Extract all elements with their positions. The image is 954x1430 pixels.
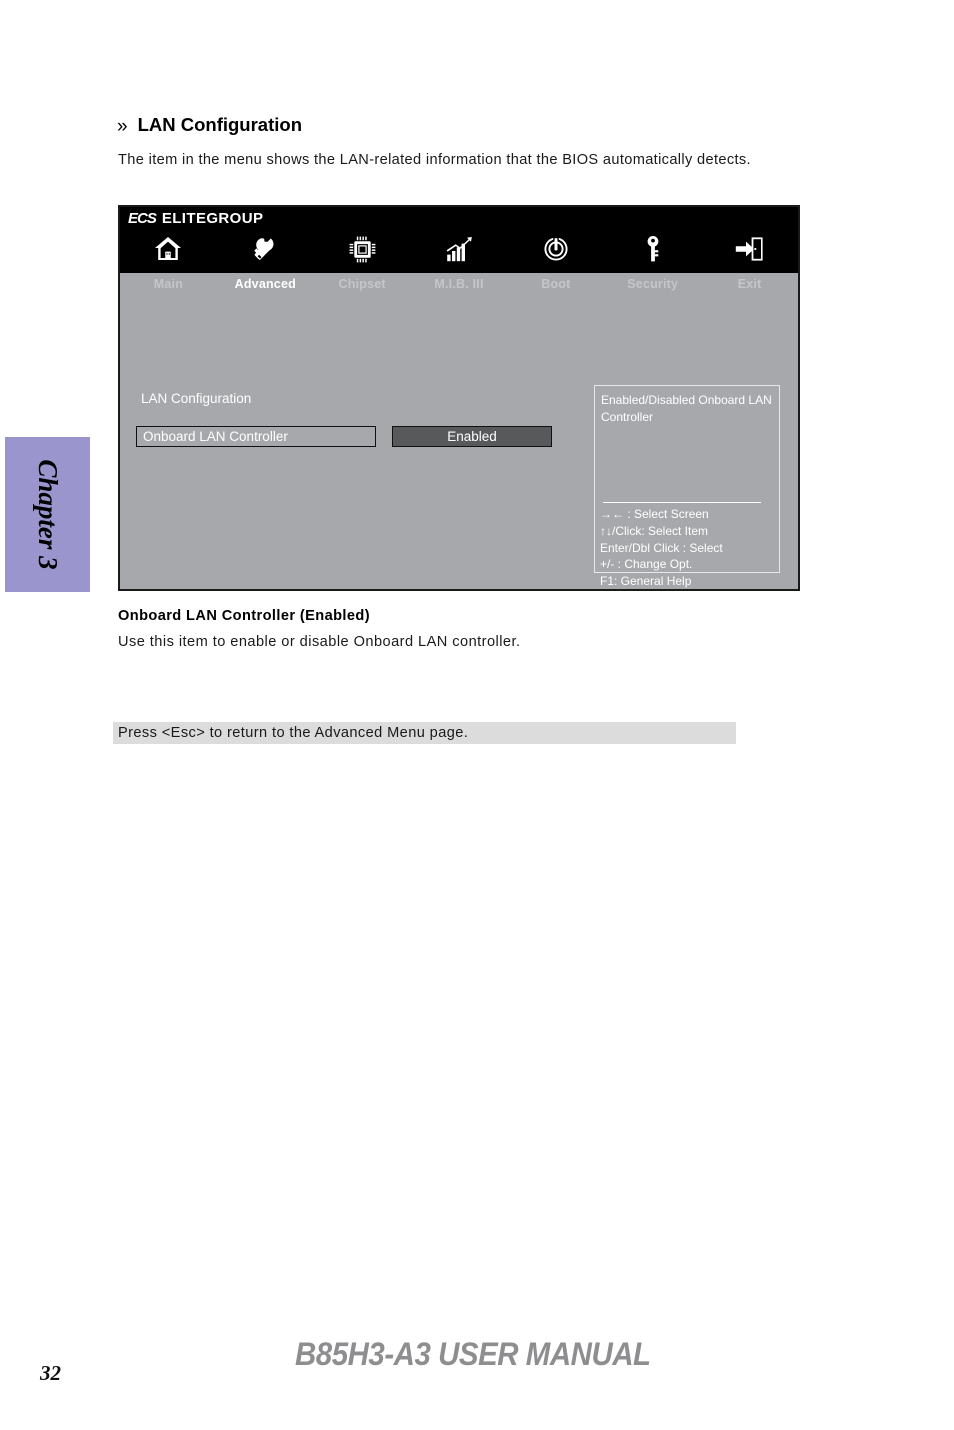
item-description: Use this item to enable or disable Onboa… — [118, 634, 521, 650]
help-key-select-screen: →← : Select Screen — [600, 507, 709, 521]
item-title: Onboard LAN Controller (Enabled) — [118, 608, 370, 624]
chevron-double-right-icon: » — [117, 116, 128, 137]
ecs-logo-icon: ECS — [128, 209, 157, 227]
bios-header: ECS ELITEGROUP — [120, 207, 798, 273]
chapter-tab-label: Chapter 3 — [33, 459, 63, 570]
page-title-text: LAN Configuration — [137, 114, 302, 135]
key-icon[interactable] — [604, 229, 701, 269]
help-key-select-item: ↑↓/Click: Select Item — [600, 523, 709, 538]
help-key-f3: F3: Optimized Defaults — [600, 607, 723, 622]
bios-tab-main[interactable]: Main — [120, 273, 217, 295]
bios-body: LAN Configuration Onboard LAN Controller… — [120, 295, 798, 655]
footer-page-number: 32 — [40, 1361, 61, 1385]
bios-help-keys: →← : Select Screen ↑↓/Click: Select Item… — [600, 506, 778, 657]
chapter-tab: Chapter 3 — [5, 437, 90, 592]
bios-tab-chipset[interactable]: Chipset — [314, 273, 411, 295]
bios-screenshot: ECS ELITEGROUP Main Advanced Chipset M.I… — [118, 205, 800, 655]
onboard-lan-controller-label[interactable]: Onboard LAN Controller — [136, 426, 376, 447]
footer-manual-title: B85H3-A3 USER MANUAL — [295, 1336, 651, 1372]
brand-name: ELITEGROUP — [161, 209, 264, 227]
chip-icon[interactable] — [314, 229, 411, 269]
home-icon[interactable] — [120, 229, 217, 269]
wrench-icon[interactable] — [217, 229, 314, 269]
power-icon[interactable] — [507, 229, 604, 269]
exit-door-icon[interactable] — [701, 229, 798, 269]
bios-tab-advanced[interactable]: Advanced — [217, 273, 314, 295]
help-key-f4: F4: Save & Exit — [600, 624, 683, 639]
page-title: » LAN Configuration — [117, 114, 302, 138]
help-key-select: Enter/Dbl Click : Select — [600, 540, 723, 555]
bios-help-panel: Enabled/Disabled Onboard LAN Controller … — [594, 385, 780, 655]
bios-tab-exit[interactable]: Exit — [701, 273, 798, 295]
intro-paragraph: The item in the menu shows the LAN-relat… — [118, 152, 751, 168]
help-key-esc: ESC/Right Click: Exit — [600, 641, 713, 656]
bios-tab-security[interactable]: Security — [604, 273, 701, 295]
bios-menu-icon-row — [120, 229, 798, 269]
chart-trend-icon[interactable] — [411, 229, 508, 269]
onboard-lan-controller-value[interactable]: Enabled — [392, 426, 552, 447]
bios-menu-bar: Main Advanced Chipset M.I.B. III Boot Se… — [120, 273, 798, 295]
bios-section-title: LAN Configuration — [141, 391, 252, 406]
bios-tab-boot[interactable]: Boot — [507, 273, 604, 295]
brand-logo: ECS ELITEGROUP — [128, 209, 263, 227]
bios-help-description: Enabled/Disabled Onboard LAN Controller — [601, 393, 772, 424]
bios-tab-mib3[interactable]: M.I.B. III — [411, 273, 508, 295]
help-key-f2: F2: Previous Values — [600, 590, 707, 605]
help-separator — [603, 502, 761, 503]
esc-note-banner: Press <Esc> to return to the Advanced Me… — [113, 722, 736, 744]
help-key-change-opt: +/- : Change Opt. — [600, 557, 693, 572]
help-key-f1: F1: General Help — [600, 574, 692, 589]
